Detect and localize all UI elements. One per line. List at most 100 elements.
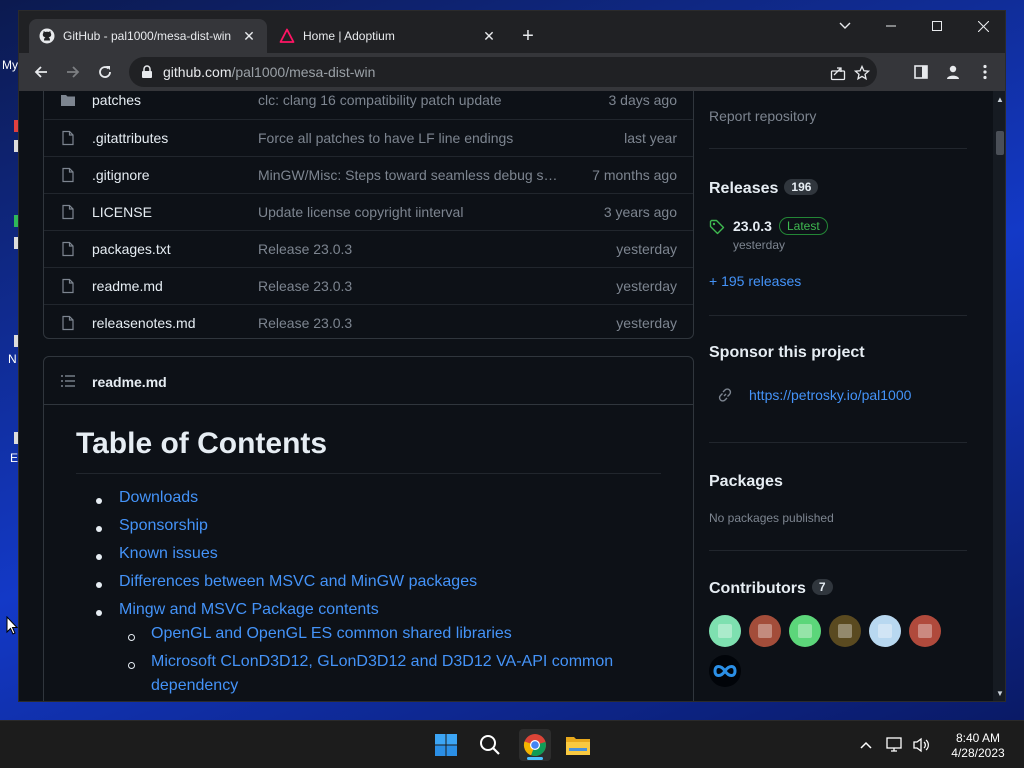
contributor-avatar[interactable]: [749, 615, 781, 647]
packages-heading[interactable]: Packages: [709, 473, 783, 491]
menu-button[interactable]: [971, 58, 999, 86]
scroll-up-arrow[interactable]: ▲: [993, 93, 1005, 107]
tab-adoptium[interactable]: Home | Adoptium ✕: [269, 19, 507, 53]
readme-header: readme.md: [44, 357, 693, 405]
file-icon: [62, 130, 74, 146]
file-row[interactable]: .gitignore MinGW/Misc: Steps toward seaml…: [44, 156, 693, 193]
share-button[interactable]: [829, 64, 847, 82]
system-tray: [860, 721, 930, 768]
start-button[interactable]: [430, 729, 462, 761]
tab-close-button[interactable]: ✕: [241, 28, 257, 45]
toc-link[interactable]: OpenGL and OpenGL ES common shared libra…: [151, 625, 512, 643]
desktop-icon-label[interactable]: My: [2, 58, 18, 72]
file-row[interactable]: readme.md Release 23.0.3 yesterday: [44, 267, 693, 304]
readme-filename[interactable]: readme.md: [92, 374, 167, 390]
releases-title: Releases: [709, 180, 779, 197]
file-row[interactable]: releasenotes.md Release 23.0.3 yesterday: [44, 304, 693, 341]
tab-close-button[interactable]: ✕: [481, 28, 497, 45]
commit-message[interactable]: clc: clang 16 compatibility patch update: [258, 92, 558, 108]
divider: [709, 550, 967, 551]
commit-date: 3 days ago: [608, 92, 678, 108]
toc-link[interactable]: Known issues: [119, 545, 218, 563]
tab-title: Home | Adoptium: [303, 29, 395, 43]
contributor-avatar[interactable]: [709, 655, 741, 687]
scroll-thumb[interactable]: [996, 131, 1004, 155]
toc-link[interactable]: Downloads: [119, 489, 198, 507]
file-name[interactable]: patches: [92, 92, 141, 108]
page-scrollbar[interactable]: ▲ ▼: [993, 91, 1005, 701]
address-bar[interactable]: github.com/pal1000/mesa-dist-win: [129, 57, 877, 87]
side-panel-button[interactable]: [907, 58, 935, 86]
maximize-button[interactable]: [914, 11, 960, 41]
file-explorer-button[interactable]: [562, 729, 594, 761]
list-icon[interactable]: [60, 373, 76, 389]
close-icon: [977, 20, 989, 32]
tab-search-button[interactable]: [822, 11, 868, 41]
file-row[interactable]: patches clc: clang 16 compatibility patch…: [44, 91, 693, 119]
file-name[interactable]: .gitignore: [92, 167, 150, 183]
releases-heading[interactable]: Releases 196: [709, 179, 819, 198]
file-row[interactable]: .gitattributes Force all patches to have …: [44, 119, 693, 156]
file-icon: [62, 204, 74, 220]
contributor-avatar[interactable]: [909, 615, 941, 647]
commit-message[interactable]: MinGW/Misc: Steps toward seamless debug …: [258, 167, 558, 183]
latest-release[interactable]: 23.0.3 Latest yesterday: [709, 217, 959, 257]
contributor-avatar[interactable]: [789, 615, 821, 647]
new-tab-button[interactable]: +: [516, 25, 540, 49]
commit-date: 3 years ago: [603, 204, 677, 220]
file-name[interactable]: LICENSE: [92, 204, 152, 220]
minimize-button[interactable]: [868, 11, 914, 41]
star-icon: [854, 65, 870, 81]
sponsor-link[interactable]: https://petrosky.io/pal1000: [749, 387, 911, 403]
chrome-icon: [523, 734, 546, 757]
toc-link[interactable]: Differences between MSVC and MinGW packa…: [119, 573, 477, 591]
bookmark-button[interactable]: [853, 64, 871, 82]
toc-link[interactable]: Mingw and MSVC Package contents: [119, 601, 379, 619]
taskbar: 8:40 AM 4/28/2023: [0, 720, 1024, 768]
profile-button[interactable]: [939, 58, 967, 86]
chevron-up-icon[interactable]: [860, 741, 872, 749]
arrow-left-icon: [34, 66, 47, 78]
tab-title: GitHub - pal1000/mesa-dist-win: [63, 29, 232, 43]
commit-message[interactable]: Force all patches to have LF line ending…: [258, 130, 558, 146]
desktop-icon-label[interactable]: N: [8, 352, 17, 366]
contributor-avatar[interactable]: [709, 615, 741, 647]
file-icon: [62, 241, 74, 257]
contributor-avatar[interactable]: [869, 615, 901, 647]
desktop-icon-label[interactable]: E: [10, 451, 18, 465]
toc-link[interactable]: Microsoft CLonD3D12, GLonD3D12 and D3D12…: [151, 653, 613, 671]
commit-message[interactable]: Update license copyright iinterval: [258, 204, 558, 220]
sponsor-heading: Sponsor this project: [709, 344, 865, 361]
file-row[interactable]: LICENSE Update license copyright iinterva…: [44, 193, 693, 230]
close-window-button[interactable]: [960, 11, 1005, 41]
volume-icon[interactable]: [912, 737, 930, 753]
avatar-pattern: [878, 624, 892, 638]
page-content: patches clc: clang 16 compatibility patch…: [19, 91, 993, 701]
contributor-avatar[interactable]: [829, 615, 861, 647]
windows-icon: [435, 734, 457, 756]
back-button[interactable]: [27, 58, 55, 86]
more-releases-link[interactable]: + 195 releases: [709, 273, 801, 289]
network-icon[interactable]: [886, 737, 904, 753]
scroll-down-arrow[interactable]: ▼: [993, 687, 1005, 701]
report-repository-link[interactable]: Report repository: [709, 108, 816, 124]
bullet-icon: [96, 582, 102, 588]
clock[interactable]: 8:40 AM 4/28/2023: [940, 731, 1016, 761]
tab-github[interactable]: GitHub - pal1000/mesa-dist-win ✕: [29, 19, 267, 53]
search-button[interactable]: [474, 729, 506, 761]
contributors-heading[interactable]: Contributors 7: [709, 579, 833, 598]
file-name[interactable]: packages.txt: [92, 241, 171, 257]
file-name[interactable]: releasenotes.md: [92, 315, 196, 331]
commit-message[interactable]: Release 23.0.3: [258, 315, 558, 331]
toc-link[interactable]: dependency: [151, 677, 238, 695]
toc-link[interactable]: Sponsorship: [119, 517, 208, 535]
commit-message[interactable]: Release 23.0.3: [258, 278, 558, 294]
forward-button[interactable]: [59, 58, 87, 86]
file-name[interactable]: readme.md: [92, 278, 163, 294]
reload-button[interactable]: [91, 58, 119, 86]
person-icon: [947, 65, 959, 79]
folder-icon: [61, 95, 75, 106]
commit-message[interactable]: Release 23.0.3: [258, 241, 558, 257]
file-name[interactable]: .gitattributes: [92, 130, 168, 146]
file-row[interactable]: packages.txt Release 23.0.3 yesterday: [44, 230, 693, 267]
